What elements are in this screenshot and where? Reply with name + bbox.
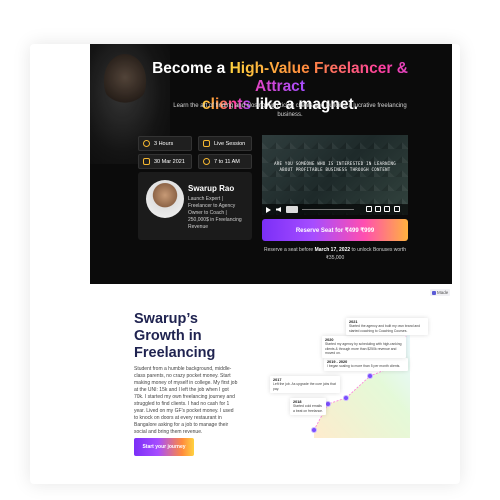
- duration-text: 3 Hours: [154, 140, 174, 147]
- growth-title: Swarup’s Growth in Freelancing: [134, 311, 216, 361]
- video-controls: [262, 204, 408, 215]
- time-display: [286, 206, 298, 213]
- timeline-dot: [311, 427, 317, 433]
- video-caption: ARE YOU SOMEONE WHO IS INTERESTED IN LEA…: [274, 161, 396, 172]
- hero-subtitle: Learn the art of finding and closing hig…: [173, 103, 407, 118]
- format-box: Live Session: [198, 136, 252, 151]
- video-player[interactable]: ARE YOU SOMEONE WHO IS INTERESTED IN LEA…: [262, 135, 408, 215]
- timeline-text: Started my agency by scheduling with hig…: [325, 342, 402, 356]
- speaker-card: Swarup Rao Launch Expert | Freelancer to…: [138, 172, 252, 240]
- timeline-text: Started cold emails a beat on freelance.: [293, 404, 323, 413]
- timer-icon: [203, 158, 210, 165]
- play-icon[interactable]: [266, 207, 271, 213]
- made-badge-label: Made: [437, 290, 449, 295]
- timeline-dot: [367, 373, 373, 379]
- made-badge[interactable]: Made: [430, 289, 451, 296]
- timeline-text: Started the agency and built my own bran…: [349, 324, 421, 333]
- reserve-seat-button[interactable]: Reserve Seat for ₹499 ₹999: [262, 219, 408, 241]
- captions-icon[interactable]: [375, 206, 381, 212]
- speaker-name: Swarup Rao: [188, 184, 235, 193]
- growth-body: Student from a humble background, middle…: [134, 366, 238, 435]
- timeline-card: 2018 Started cold emails a beat on freel…: [290, 398, 326, 416]
- brand-mark-icon: [432, 290, 436, 295]
- date-text: 30 Mar 2021: [154, 158, 185, 165]
- speaker-avatar: [146, 180, 184, 218]
- date-box: 30 Mar 2021: [138, 154, 192, 169]
- hero-title-part1: Become a: [152, 60, 230, 77]
- time-text: 7 to 11 AM: [214, 158, 240, 165]
- progress-bar[interactable]: [302, 209, 354, 210]
- timeline-text: I began scaling to more than 5 per month…: [327, 364, 401, 369]
- hero-title-highlight1: High-Value Freelancer & Attract: [229, 60, 408, 95]
- settings-icon[interactable]: [366, 206, 372, 212]
- timeline-text: Left the job. As upgrade the cure jobs t…: [273, 382, 336, 391]
- reserve-note-prefix: Reserve a seat before: [263, 247, 315, 253]
- calendar-icon: [143, 158, 150, 165]
- volume-icon[interactable]: [276, 207, 281, 212]
- timeline-card: 2021 Started the agency and built my own…: [346, 318, 428, 336]
- live-icon: [203, 140, 210, 147]
- timeline-card: 2019 - 2020 I began scaling to more than…: [324, 358, 408, 371]
- timeline-card: 2017 Left the job. As upgrade the cure j…: [270, 376, 340, 394]
- duration-box: 3 Hours: [138, 136, 192, 151]
- timeline-dot: [343, 395, 349, 401]
- time-box: 7 to 11 AM: [198, 154, 252, 169]
- fullscreen-icon[interactable]: [394, 206, 400, 212]
- speaker-description: Launch Expert | Freelancer to Agency Own…: [188, 196, 242, 230]
- reserve-note: Reserve a seat before March 17, 2022 to …: [258, 246, 412, 262]
- start-journey-button[interactable]: Start your journey: [134, 438, 194, 456]
- page: Become a High-Value Freelancer & Attract…: [0, 0, 500, 500]
- pip-icon[interactable]: [384, 206, 390, 212]
- timeline-card: 2020 Started my agency by scheduling wit…: [322, 336, 406, 358]
- hero-section: Become a High-Value Freelancer & Attract…: [90, 44, 452, 284]
- growth-timeline: 2017 Left the job. As upgrade the cure j…: [260, 318, 430, 438]
- clock-icon: [143, 140, 150, 147]
- reserve-note-date: March 17, 2022: [314, 247, 351, 253]
- video-thumbnail: [262, 135, 408, 215]
- format-text: Live Session: [214, 140, 246, 147]
